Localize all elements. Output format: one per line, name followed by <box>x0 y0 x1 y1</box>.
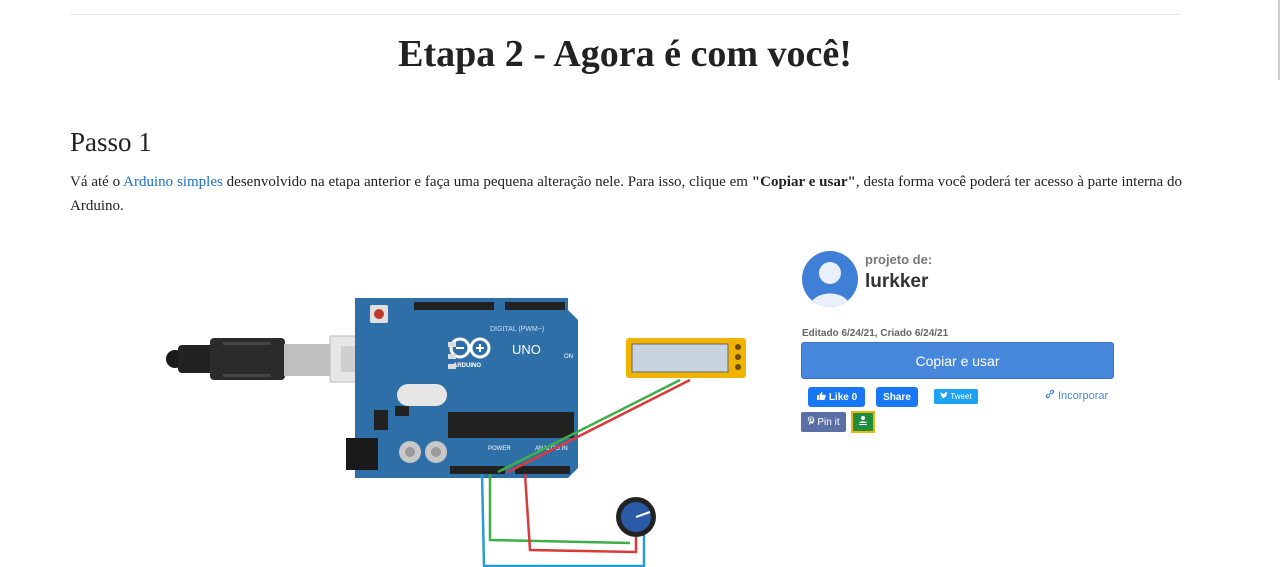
google-classroom-icon <box>857 413 869 431</box>
usb-cable <box>166 335 379 383</box>
arduino-brand-text: ARDUINO <box>453 363 481 369</box>
project-dates: Editado 6/24/21, Criado 6/24/21 <box>802 328 949 339</box>
arduino-circuit-image[interactable]: DIGITAL (PWM~) ARDUINO UNO ON POWER ANAL… <box>160 290 760 567</box>
like-label: Like 0 <box>828 391 858 403</box>
arduino-simples-link[interactable]: Arduino simples <box>123 174 223 190</box>
pinterest-pin-button[interactable]: Pin it <box>801 412 846 432</box>
copy-and-use-button[interactable]: Copiar e usar <box>801 342 1114 379</box>
thumbs-up-icon <box>816 391 826 404</box>
link-icon <box>1045 389 1055 402</box>
author-name[interactable]: lurkker <box>865 271 928 293</box>
embed-label: Incorporar <box>1058 389 1109 402</box>
google-classroom-button[interactable] <box>851 411 875 433</box>
power-header-label: POWER <box>488 446 511 452</box>
arduino-board: DIGITAL (PWM~) ARDUINO UNO ON POWER ANAL… <box>346 298 578 478</box>
on-label: ON <box>564 354 573 360</box>
display-module <box>626 338 746 378</box>
step-title: Passo 1 <box>70 127 152 157</box>
paragraph-text-1: Vá até o <box>70 174 124 190</box>
user-avatar-icon[interactable] <box>802 251 858 307</box>
potentiometer <box>616 497 656 537</box>
pinterest-icon <box>807 416 815 429</box>
twitter-bird-icon <box>940 392 949 401</box>
facebook-share-button[interactable]: Share <box>876 387 918 407</box>
pin-label: Pin it <box>817 416 840 428</box>
digital-header-label: DIGITAL (PWM~) <box>490 326 544 333</box>
tweet-button[interactable]: Tweet <box>934 389 978 404</box>
tweet-label: Tweet <box>950 392 972 401</box>
paragraph-text-2: desenvolvido na etapa anterior e faça um… <box>222 174 752 190</box>
top-divider <box>70 14 1180 15</box>
copy-instruction-bold: "Copiar e usar" <box>751 174 856 190</box>
project-by-label: projeto de: <box>865 252 933 267</box>
instruction-paragraph: Vá até o Arduino simples desenvolvido na… <box>70 170 1182 218</box>
page-title: Etapa 2 - Agora é com você! <box>398 33 852 75</box>
embed-link[interactable]: Incorporar <box>1045 389 1108 402</box>
facebook-like-button[interactable]: Like 0 <box>808 387 865 407</box>
uno-text: UNO <box>512 342 541 357</box>
